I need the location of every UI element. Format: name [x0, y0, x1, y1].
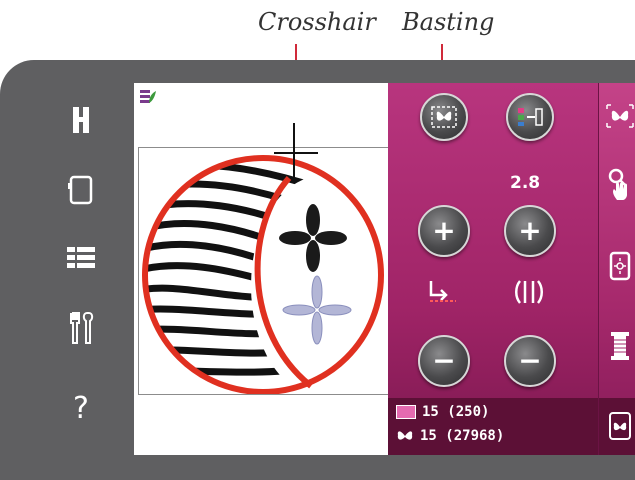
stitch-value-text: 2.8 — [510, 173, 541, 193]
butterfly-basting-icon — [431, 106, 457, 128]
tools-icon[interactable] — [56, 306, 106, 350]
hoop-icon[interactable] — [56, 168, 106, 212]
crosshair-caption: Crosshair — [258, 8, 376, 36]
stitch-count-row: 15 (27968) — [396, 428, 504, 444]
color-block-icon — [518, 108, 543, 126]
embroidery-canvas[interactable] — [134, 83, 390, 455]
touch-screen: 2.8 + + − − 15 (250) 15 (27968) — [134, 83, 635, 455]
color-count-row: 15 (250) — [396, 404, 489, 420]
crosshair-marker[interactable] — [274, 123, 318, 183]
color-block-swatch-icon — [396, 405, 416, 419]
plus-button-left[interactable]: + — [418, 205, 470, 257]
hoop-position-icon[interactable] — [603, 249, 635, 283]
plus-button-right[interactable]: + — [504, 205, 556, 257]
zoom-pan-icon[interactable] — [603, 167, 635, 201]
presser-foot-icon[interactable] — [56, 98, 106, 142]
help-icon[interactable]: ? — [56, 386, 106, 430]
stitch-count-text: 15 (27968) — [420, 428, 505, 444]
move-design-icon[interactable] — [603, 99, 635, 133]
embroidery-hoop-area[interactable] — [138, 147, 390, 395]
embroidery-stitch-out-icon[interactable] — [603, 409, 635, 443]
embroidery-design[interactable] — [139, 148, 389, 395]
butterfly-icon — [397, 431, 413, 440]
menu-list-icon[interactable] — [56, 236, 106, 280]
design-status-bar: 15 (250) 15 (27968) — [388, 398, 598, 455]
basting-caption: Basting — [402, 8, 495, 36]
stitch-length-icon — [428, 279, 458, 305]
stitch-width-icon — [514, 279, 544, 305]
color-sort-button[interactable] — [506, 93, 554, 141]
basting-button[interactable] — [420, 93, 468, 141]
thread-palette-icon[interactable] — [140, 89, 156, 105]
color-count-text: 15 (250) — [422, 404, 490, 420]
right-toolbar — [598, 83, 635, 455]
minus-button-right[interactable]: − — [504, 335, 556, 387]
minus-button-left[interactable]: − — [418, 335, 470, 387]
thread-spool-icon[interactable] — [603, 329, 635, 363]
